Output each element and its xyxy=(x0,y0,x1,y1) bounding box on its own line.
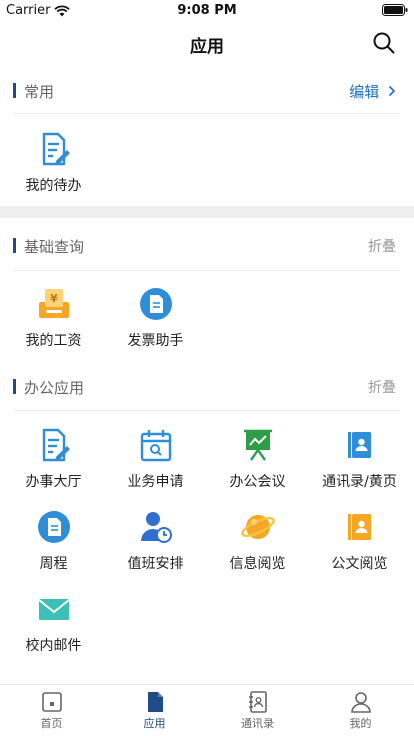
divider xyxy=(14,410,400,411)
apps-icon xyxy=(147,692,163,712)
tab-label: 首页 xyxy=(40,717,63,730)
section-basic-title: 基础查询 xyxy=(24,238,85,256)
app-duty-schedule[interactable]: 值班安排 xyxy=(104,509,207,587)
divider xyxy=(14,113,400,114)
app-label: 值班安排 xyxy=(127,556,184,572)
tab-me[interactable]: 我的 xyxy=(309,685,412,736)
app-document-reading[interactable]: 公文阅览 xyxy=(308,509,411,587)
presentation-icon xyxy=(243,429,272,461)
status-time: 9:08 PM xyxy=(177,3,237,18)
tab-apps[interactable]: 应用 xyxy=(103,685,206,736)
app-office-meeting[interactable]: 办公会议 xyxy=(206,427,309,505)
app-contacts-yellow-pages[interactable]: 通讯录/黄页 xyxy=(308,427,411,505)
tab-label: 我的 xyxy=(349,717,372,730)
collapse-basic-button[interactable]: 折叠 xyxy=(368,236,396,256)
svg-text:¥: ¥ xyxy=(50,292,58,305)
app-label: 业务申请 xyxy=(127,474,184,490)
section-common-header: 常用 编辑 xyxy=(0,70,414,110)
section-marker xyxy=(13,83,16,98)
address-book-icon xyxy=(347,432,371,458)
tab-contacts[interactable]: 通讯录 xyxy=(206,685,309,736)
app-label: 校内邮件 xyxy=(25,638,82,654)
section-common-title: 常用 xyxy=(24,83,55,101)
app-label: 我的工资 xyxy=(25,333,82,349)
app-label: 信息阅览 xyxy=(229,556,286,572)
mail-icon xyxy=(37,599,70,620)
app-invoice-helper[interactable]: 发票助手 xyxy=(104,286,207,364)
battery-icon xyxy=(382,4,408,16)
section-marker xyxy=(13,379,16,394)
app-campus-mail[interactable]: 校内邮件 xyxy=(2,591,105,669)
app-label: 周程 xyxy=(39,556,68,572)
app-info-reading[interactable]: 信息阅览 xyxy=(206,509,309,587)
home-icon xyxy=(41,692,62,712)
edit-label: 编辑 xyxy=(349,83,380,101)
app-my-todo[interactable]: 我的待办 xyxy=(2,131,105,209)
user-clock-icon xyxy=(140,512,172,543)
app-label: 公文阅览 xyxy=(331,556,388,572)
divider xyxy=(14,270,400,271)
todo-icon xyxy=(42,132,70,166)
app-label: 办事大厅 xyxy=(25,474,82,490)
app-label: 发票助手 xyxy=(127,333,184,349)
document-icon xyxy=(37,511,70,543)
app-label: 通讯录/黄页 xyxy=(322,474,397,490)
section-office-title: 办公应用 xyxy=(24,379,85,397)
section-office-header: 办公应用 折叠 xyxy=(0,366,414,406)
app-my-salary[interactable]: ¥ 我的工资 xyxy=(2,286,105,364)
planet-icon xyxy=(240,515,275,539)
nav-bar: 应用 xyxy=(0,22,414,64)
collapse-office-button[interactable]: 折叠 xyxy=(368,377,396,397)
section-basic-header: 基础查询 折叠 xyxy=(0,225,414,265)
page-title: 应用 xyxy=(190,37,224,57)
salary-icon: ¥ xyxy=(38,289,69,318)
tab-label: 应用 xyxy=(143,717,166,730)
calendar-search-icon xyxy=(140,430,171,462)
contacts-icon xyxy=(248,691,267,713)
chevron-right-icon xyxy=(388,85,396,97)
contact-card-icon xyxy=(347,514,371,540)
service-hall-icon xyxy=(42,428,70,462)
tab-label: 通讯录 xyxy=(241,717,274,730)
section-gap xyxy=(0,206,414,218)
app-business-application[interactable]: 业务申请 xyxy=(104,427,207,505)
invoice-icon xyxy=(139,288,172,320)
app-weekly-schedule[interactable]: 周程 xyxy=(2,509,105,587)
search-icon[interactable] xyxy=(372,31,396,55)
user-icon xyxy=(350,692,371,713)
edit-button[interactable]: 编辑 xyxy=(349,81,396,102)
tab-bar: 首页 应用 通讯录 我的 xyxy=(0,684,414,736)
section-marker xyxy=(13,238,16,253)
app-label: 办公会议 xyxy=(229,474,286,490)
app-service-hall[interactable]: 办事大厅 xyxy=(2,427,105,505)
tab-home[interactable]: 首页 xyxy=(0,685,103,736)
status-bar: Carrier 9:08 PM xyxy=(0,0,414,22)
app-label: 我的待办 xyxy=(25,178,82,194)
